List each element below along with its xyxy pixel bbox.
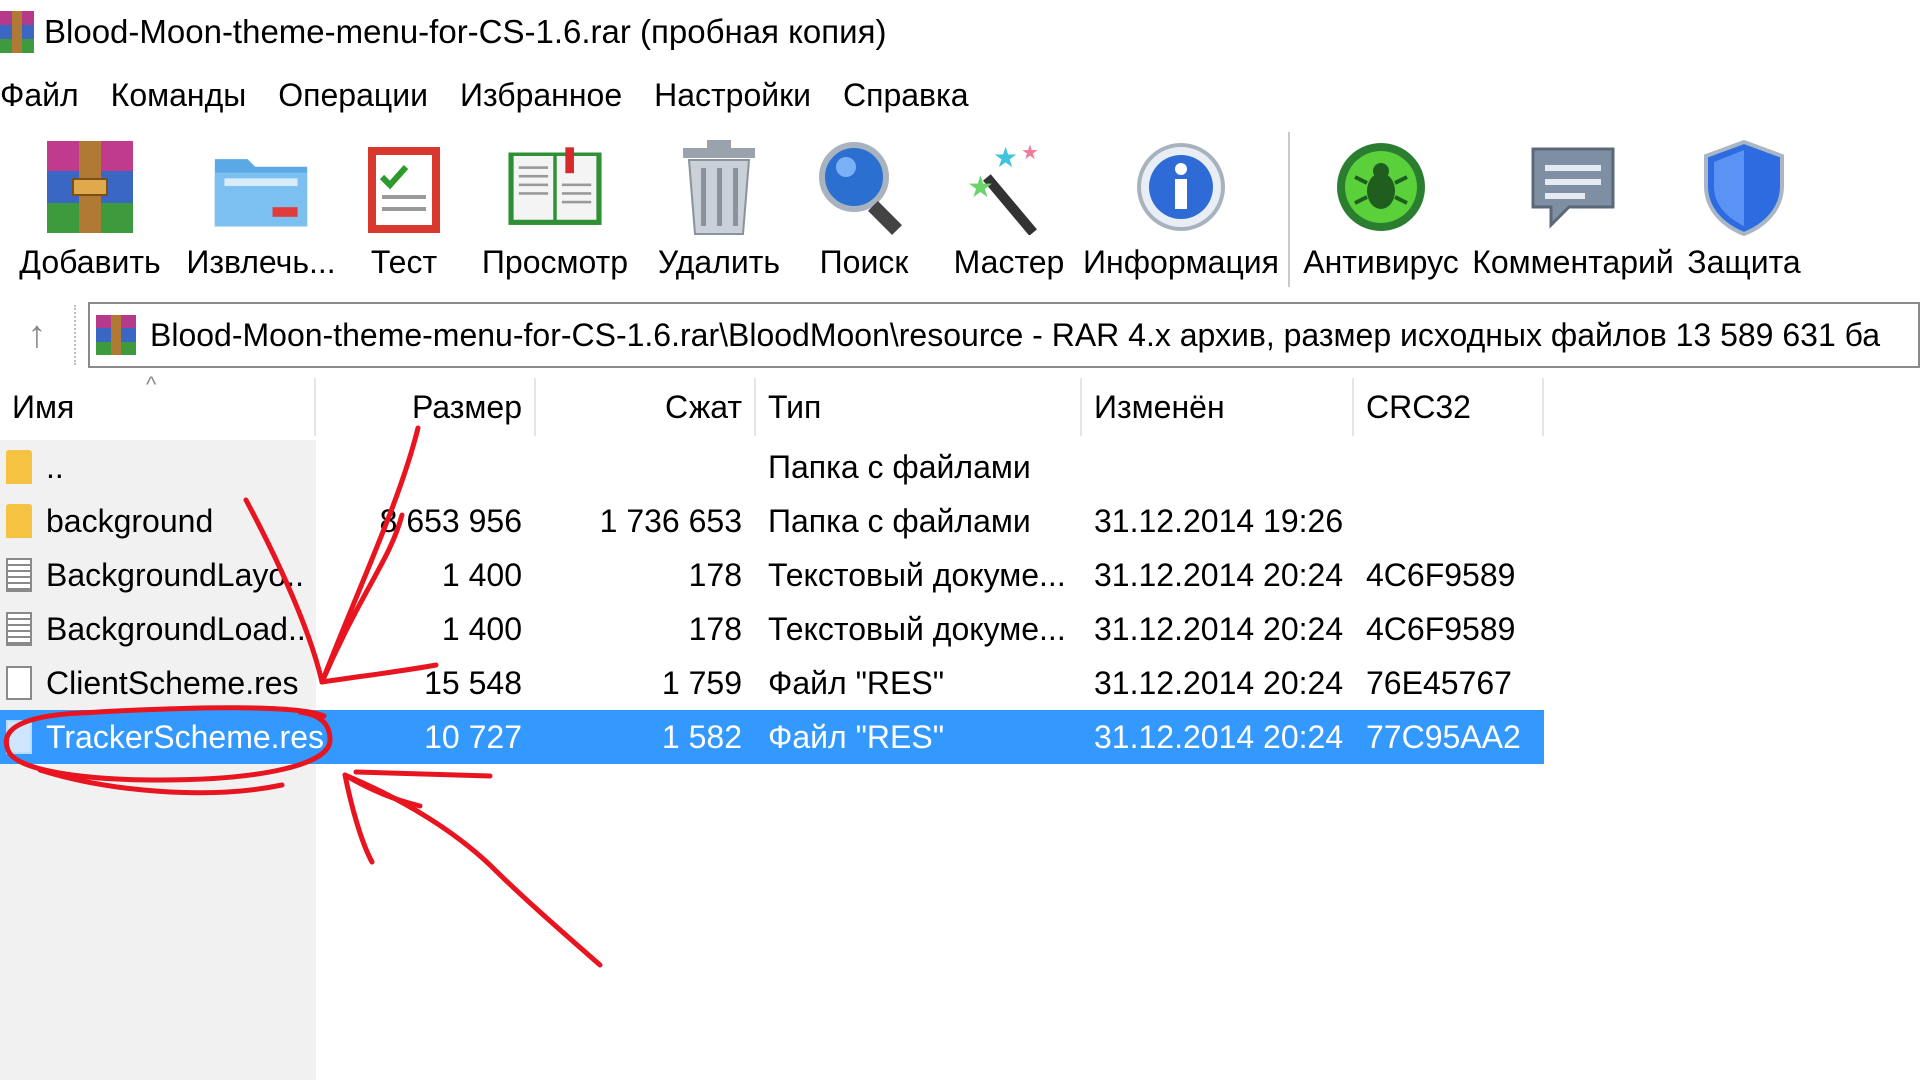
file-icon: [6, 720, 32, 754]
svg-text:★: ★: [993, 141, 1018, 174]
table-row[interactable]: ClientScheme.res 15 548 1 759 Файл "RES"…: [0, 656, 1544, 710]
antivirus-bug-icon: [1331, 134, 1431, 240]
svg-text:★: ★: [1021, 140, 1039, 164]
comment-button[interactable]: Комментарий: [1462, 124, 1684, 281]
folder-icon: [6, 504, 32, 538]
test-button[interactable]: Тест: [342, 124, 466, 281]
column-header-packed[interactable]: Сжат: [536, 378, 756, 436]
search-button[interactable]: Поиск: [794, 124, 934, 281]
menu-commands[interactable]: Команды: [111, 75, 247, 116]
window-title: Blood-Moon-theme-menu-for-CS-1.6.rar (пр…: [44, 13, 887, 50]
add-button[interactable]: Добавить: [0, 124, 180, 281]
column-header-type[interactable]: Тип: [756, 378, 1082, 436]
protect-button[interactable]: Защита: [1684, 124, 1804, 281]
path-text: Blood-Moon-theme-menu-for-CS-1.6.rar\Blo…: [150, 316, 1881, 353]
address-separator: [74, 305, 78, 365]
toolbar-separator: [1288, 132, 1290, 287]
column-header-modified[interactable]: Изменён: [1082, 378, 1354, 436]
menu-help[interactable]: Справка: [843, 75, 969, 116]
menu-settings[interactable]: Настройки: [654, 75, 811, 116]
table-row[interactable]: background 8 653 956 1 736 653 Папка с ф…: [0, 494, 1544, 548]
menu-file[interactable]: Файл: [0, 75, 79, 116]
extract-folder-icon: [211, 134, 311, 240]
magnifier-icon: [814, 134, 914, 240]
view-book-icon: [505, 134, 605, 240]
address-bar: ↑ Blood-Moon-theme-menu-for-CS-1.6.rar\B…: [0, 300, 1920, 370]
add-archive-icon: [40, 134, 140, 240]
wizard-wand-icon: ★ ★ ★: [959, 134, 1059, 240]
comment-icon: [1523, 134, 1623, 240]
rar-archive-icon: [96, 315, 136, 355]
info-icon: [1131, 134, 1231, 240]
winrar-app-icon: [0, 11, 34, 53]
column-header-name[interactable]: Имя ^: [0, 372, 316, 436]
table-row-selected[interactable]: TrackerScheme.res 10 727 1 582 Файл "RES…: [0, 710, 1544, 764]
test-checklist-icon: [354, 134, 454, 240]
title-bar: Blood-Moon-theme-menu-for-CS-1.6.rar (пр…: [0, 0, 1920, 64]
antivirus-button[interactable]: Антивирус: [1300, 124, 1462, 281]
table-row[interactable]: .. Папка с файлами: [0, 440, 1544, 494]
menu-bar: Файл Команды Операции Избранное Настройк…: [0, 70, 1001, 120]
column-header-crc32[interactable]: CRC32: [1354, 378, 1544, 436]
trash-icon: [669, 134, 769, 240]
sort-ascending-icon: ^: [146, 372, 157, 397]
delete-button[interactable]: Удалить: [644, 124, 794, 281]
wizard-button[interactable]: ★ ★ ★ Мастер: [934, 124, 1084, 281]
table-row[interactable]: BackgroundLoad... 1 400 178 Текстовый до…: [0, 602, 1544, 656]
text-document-icon: [6, 558, 32, 592]
column-header-row: Имя ^ Размер Сжат Тип Изменён CRC32: [0, 372, 1920, 436]
up-arrow-icon[interactable]: ↑: [0, 300, 74, 370]
svg-text:★: ★: [967, 170, 994, 205]
file-icon: [6, 666, 32, 700]
view-button[interactable]: Просмотр: [466, 124, 644, 281]
path-field[interactable]: Blood-Moon-theme-menu-for-CS-1.6.rar\Blo…: [88, 302, 1920, 368]
folder-icon: [6, 450, 32, 484]
shield-icon: [1694, 134, 1794, 240]
file-list: Имя ^ Размер Сжат Тип Изменён CRC32 .. П…: [0, 372, 1920, 1080]
info-button[interactable]: Информация: [1083, 124, 1279, 281]
extract-button[interactable]: Извлечь...: [180, 124, 342, 281]
menu-favorites[interactable]: Избранное: [460, 75, 622, 116]
column-header-size[interactable]: Размер: [316, 378, 536, 436]
toolbar: Добавить Извлечь... Тест Просмотр Удалит…: [0, 124, 1920, 294]
table-row[interactable]: BackgroundLayo... 1 400 178 Текстовый до…: [0, 548, 1544, 602]
menu-operations[interactable]: Операции: [278, 75, 428, 116]
text-document-icon: [6, 612, 32, 646]
